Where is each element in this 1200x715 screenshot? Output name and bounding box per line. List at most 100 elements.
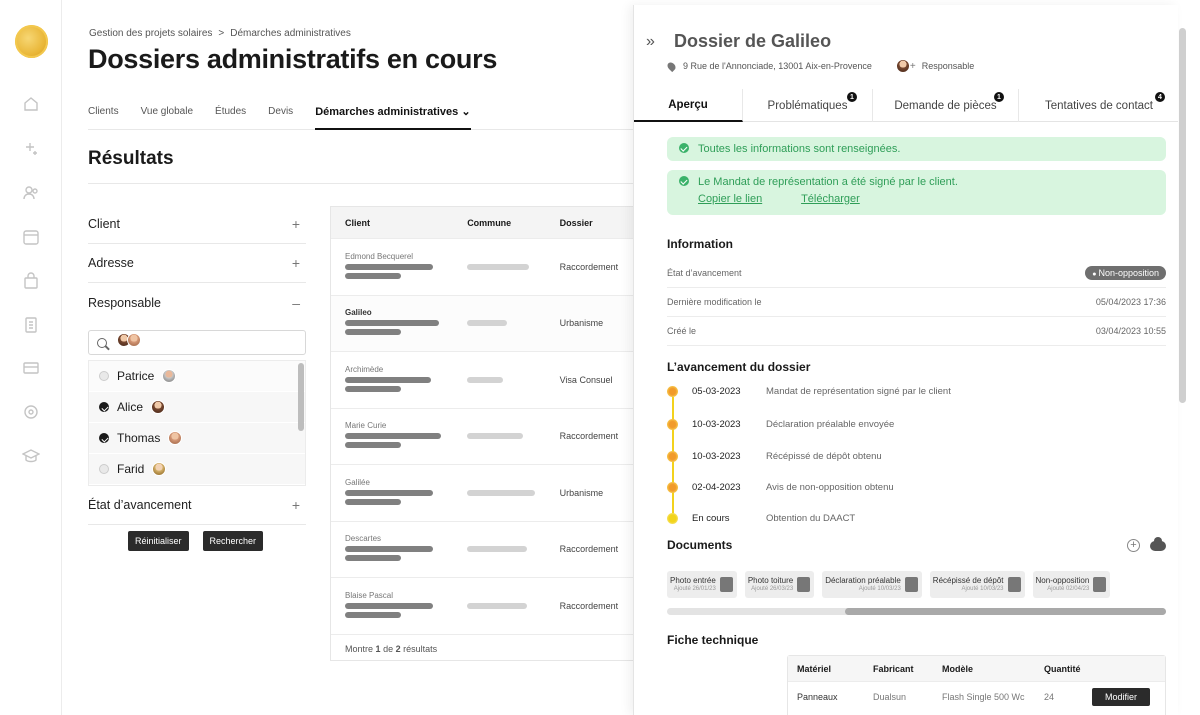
document-date: Ajouté 10/03/23 bbox=[961, 585, 1004, 592]
table-row[interactable]: Edmond Becquerel Raccordement bbox=[331, 238, 639, 295]
count-badge: 1 bbox=[847, 92, 857, 102]
tab-vue-globale[interactable]: Vue globale bbox=[141, 100, 193, 130]
document-date: Ajouté 10/03/23 bbox=[858, 585, 901, 592]
add-user-icon[interactable]: + bbox=[910, 61, 916, 72]
filter-label: Adresse bbox=[88, 256, 134, 270]
document-card[interactable]: Non-opposition Ajouté 02/04/23 bbox=[1032, 571, 1111, 598]
tab-label: Problématiques bbox=[767, 99, 848, 112]
timeline-text: Déclaration préalable envoyée bbox=[766, 418, 895, 430]
filter-responsable[interactable]: Responsable – bbox=[88, 283, 306, 322]
dossier-type: Urbanisme bbox=[559, 487, 604, 498]
document-card[interactable]: Photo entrée Ajouté 26/01/23 bbox=[667, 571, 737, 598]
table-row[interactable]: Blaise Pascal Raccordement bbox=[331, 577, 639, 634]
image-icon bbox=[719, 577, 733, 592]
checkbox[interactable] bbox=[99, 371, 109, 381]
table-row[interactable]: Marie Curie Raccordement bbox=[331, 407, 639, 465]
list-item[interactable]: Thomas bbox=[89, 423, 305, 454]
tab-demande-de-pieces[interactable]: Demande de pièces 1 bbox=[873, 89, 1019, 122]
download-link[interactable]: Télécharger bbox=[801, 193, 860, 205]
table-row[interactable]: Descartes Raccordement bbox=[331, 520, 639, 578]
tab-clients[interactable]: Clients bbox=[88, 100, 119, 130]
checkbox-checked[interactable] bbox=[99, 433, 109, 443]
plus-icon[interactable]: + bbox=[292, 497, 300, 513]
placeholder-bar bbox=[467, 489, 536, 496]
sparkle-icon[interactable] bbox=[22, 140, 40, 158]
filter-adresse[interactable]: Adresse + bbox=[88, 244, 306, 283]
checkbox-checked[interactable] bbox=[99, 402, 109, 412]
scrollbar[interactable] bbox=[298, 363, 304, 431]
image-icon bbox=[797, 577, 811, 592]
documents-icon[interactable] bbox=[22, 316, 40, 334]
placeholder-bar bbox=[345, 602, 433, 609]
client-name: Archimède bbox=[345, 364, 384, 374]
location-pin-icon bbox=[665, 60, 678, 72]
main-area: Gestion des projets solaires > Démarches… bbox=[62, 0, 640, 715]
graduation-icon[interactable] bbox=[22, 447, 40, 465]
tab-devis[interactable]: Devis bbox=[268, 100, 293, 130]
filter-actions: Réinitialiser Rechercher bbox=[128, 531, 264, 551]
document-date: Ajouté 26/01/23 bbox=[673, 585, 716, 592]
check-circle-icon bbox=[679, 176, 689, 186]
filter-etat[interactable]: État d’avancement + bbox=[88, 486, 306, 525]
card-icon[interactable] bbox=[22, 359, 40, 377]
document-card[interactable]: Photo toiture Ajouté 26/03/23 bbox=[744, 571, 815, 598]
cloud-download-icon[interactable] bbox=[1150, 536, 1166, 551]
responsable-list: Patrice Alice Thomas Farid bbox=[88, 360, 306, 486]
client-name: Marie Curie bbox=[345, 421, 387, 431]
checkbox[interactable] bbox=[99, 464, 109, 474]
column-header: Modèle bbox=[942, 663, 974, 674]
responsable-search-input[interactable] bbox=[88, 330, 306, 355]
tab-tentatives-de-contact[interactable]: Tentatives de contact 4 bbox=[1019, 89, 1178, 122]
dossier-type: Raccordement bbox=[559, 544, 619, 555]
placeholder-bar bbox=[467, 546, 528, 553]
list-item[interactable]: Farid bbox=[89, 454, 305, 485]
document-card[interactable]: Déclaration préalable Ajouté 10/03/23 bbox=[822, 571, 922, 598]
divider bbox=[88, 183, 634, 184]
placeholder-bar bbox=[345, 433, 441, 440]
list-item[interactable]: Alice bbox=[89, 392, 305, 423]
collapse-panel-icon[interactable]: » bbox=[646, 33, 664, 51]
scrollbar-thumb[interactable] bbox=[845, 608, 1166, 615]
column-header[interactable]: Dossier bbox=[546, 218, 639, 228]
app-logo[interactable] bbox=[15, 25, 48, 58]
calendar-icon[interactable] bbox=[22, 228, 40, 246]
plus-icon[interactable]: + bbox=[292, 216, 300, 232]
table-header: Matériel Fabricant Modèle Quantité bbox=[788, 656, 1165, 681]
panel-tabs: Aperçu Problématiques 1 Demande de pièces… bbox=[634, 89, 1178, 122]
minus-icon[interactable]: – bbox=[292, 295, 300, 311]
panel-scrollbar[interactable] bbox=[1179, 28, 1186, 403]
table-row[interactable]: Galileo Urbanisme bbox=[331, 294, 639, 351]
modify-button[interactable]: Modifier bbox=[1092, 688, 1151, 706]
table-row[interactable]: Archimède Visa Consuel bbox=[331, 351, 639, 408]
tab-demarches-administratives[interactable]: Démarches administratives ⌄ bbox=[315, 100, 471, 130]
breadcrumb-item[interactable]: Démarches administratives bbox=[230, 28, 351, 39]
home-icon[interactable] bbox=[22, 95, 40, 113]
help-icon[interactable] bbox=[22, 403, 40, 421]
tab-apercu[interactable]: Aperçu bbox=[634, 89, 743, 122]
bag-icon[interactable] bbox=[22, 272, 40, 290]
table-row[interactable]: Galilée Urbanisme bbox=[331, 464, 639, 521]
filter-client[interactable]: Client + bbox=[88, 205, 306, 244]
document-card[interactable]: Récépissé de dépôt Ajouté 10/03/23 bbox=[929, 571, 1025, 598]
breadcrumb-item[interactable]: Gestion des projets solaires bbox=[89, 28, 212, 39]
info-value: 05/04/2023 17:36 bbox=[1095, 297, 1166, 307]
breadcrumb: Gestion des projets solaires > Démarches… bbox=[89, 28, 351, 39]
documents-scrollbar[interactable] bbox=[667, 608, 1166, 615]
timeline-dot bbox=[667, 418, 678, 430]
users-icon[interactable] bbox=[22, 184, 40, 202]
column-header[interactable]: Client bbox=[331, 218, 453, 228]
pagination-text: Montre bbox=[345, 644, 374, 654]
reset-button[interactable]: Réinitialiser bbox=[128, 531, 189, 551]
list-item[interactable]: Patrice bbox=[89, 361, 305, 392]
tab-label: Aperçu bbox=[668, 98, 708, 111]
add-document-icon[interactable]: + bbox=[1127, 539, 1140, 552]
search-button[interactable]: Rechercher bbox=[202, 531, 264, 551]
timeline-item: 10-03-2023 Déclaration préalable envoyée bbox=[667, 414, 1067, 434]
column-header[interactable]: Commune bbox=[453, 218, 545, 228]
tab-etudes[interactable]: Études bbox=[215, 100, 246, 130]
copy-link[interactable]: Copier le lien bbox=[698, 193, 762, 205]
plus-icon[interactable]: + bbox=[292, 255, 300, 271]
person-name: Thomas bbox=[117, 431, 161, 445]
panel-title: Dossier de Galileo bbox=[674, 31, 832, 51]
tab-problematiques[interactable]: Problématiques 1 bbox=[743, 89, 873, 122]
